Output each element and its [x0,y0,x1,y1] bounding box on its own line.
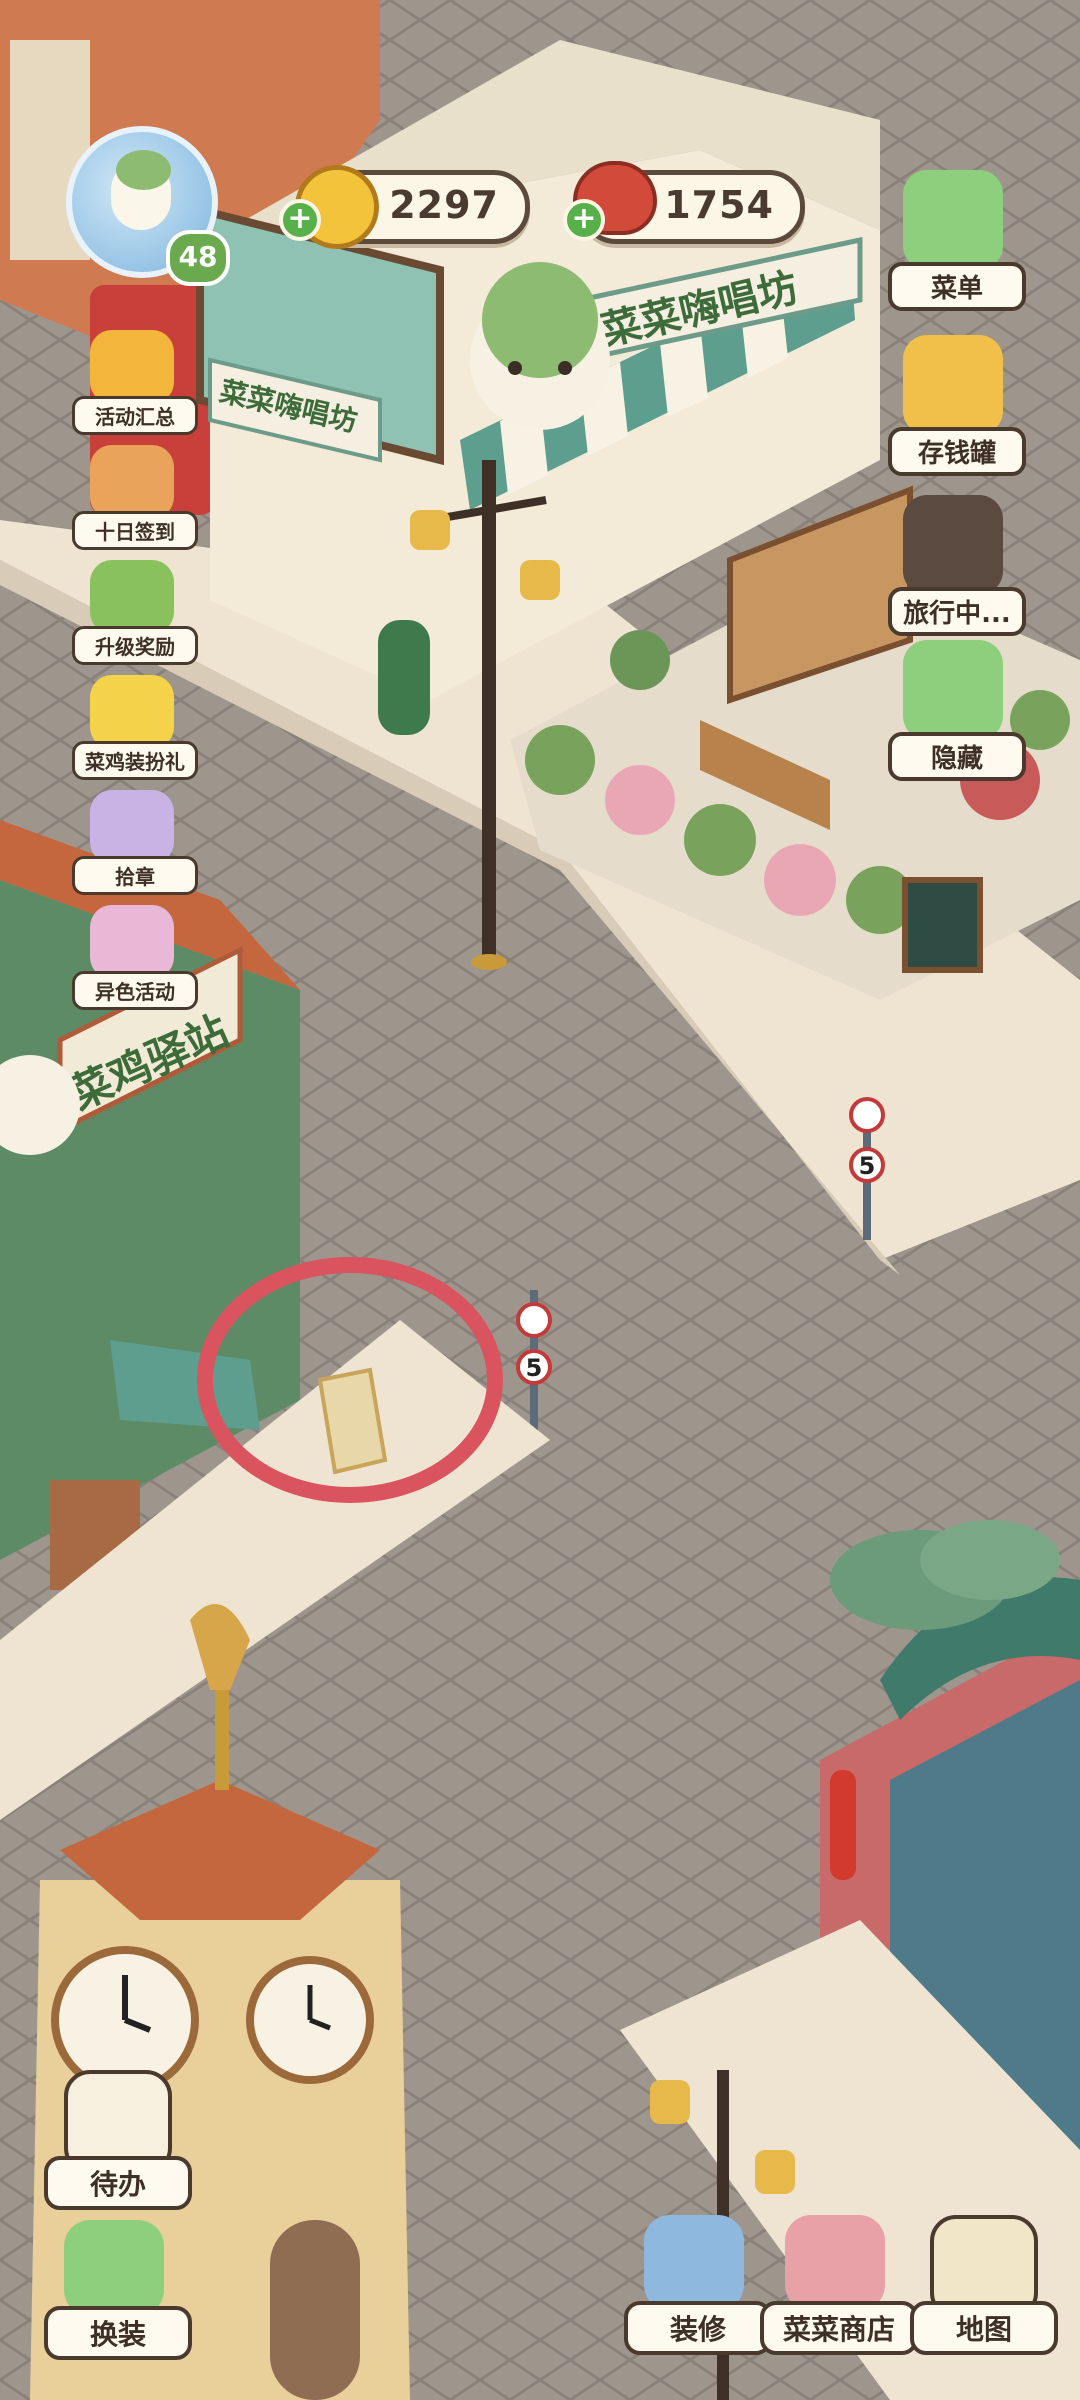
upgrade-rewards-button[interactable]: 升级奖励 [72,560,198,672]
shop-bag-icon [785,2215,885,2311]
coin-amount: 2297 [389,183,499,227]
hide-ui-label: 隐藏 [888,732,1026,781]
menu-button[interactable]: 菜单 [888,170,1026,320]
piggy-bank-icon [903,335,1003,435]
player-avatar[interactable]: 48 [56,120,236,286]
speed-limit-text-2: 5 [526,1354,543,1382]
badge-icon [90,790,174,864]
variant-event-label: 异色活动 [72,971,198,1010]
food-amount: 1754 [664,183,774,227]
events-summary-label: 活动汇总 [72,396,198,435]
badges-label: 拾章 [72,856,198,895]
map-button[interactable]: 地图 [910,2215,1058,2355]
chicken-costume-gift-label: 菜鸡装扮礼 [72,741,198,780]
hide-frame-icon [903,640,1003,740]
hide-ui-button[interactable]: 隐藏 [888,640,1026,790]
change-outfit-button[interactable]: 换装 [44,2220,192,2360]
outfit-icon [64,2220,164,2316]
traveling-button[interactable]: 旅行中... [888,495,1026,645]
level-badge: 48 [166,230,230,286]
crown-icon [90,330,174,404]
ten-day-checkin-label: 十日签到 [72,511,198,550]
map-label: 地图 [910,2301,1058,2355]
chicken-costume-gift-button[interactable]: 菜鸡装扮礼 [72,675,198,787]
gift-bag-icon [90,445,174,519]
food-counter[interactable]: 1754 + [563,161,805,244]
upgrade-rewards-label: 升级奖励 [72,626,198,665]
add-food-button[interactable]: + [563,199,605,241]
decorate-label: 装修 [624,2301,772,2355]
avatar-hair [116,150,171,190]
duck-icon [90,675,174,749]
shop-label: 菜菜商店 [760,2301,918,2355]
menu-label: 菜单 [888,262,1026,311]
menu-list-icon [903,170,1003,270]
decorate-button[interactable]: 装修 [624,2215,772,2355]
ten-day-checkin-button[interactable]: 十日签到 [72,445,198,557]
todo-button[interactable]: 待办 [44,2070,192,2210]
camera-icon [903,495,1003,595]
level-text: 48 [178,240,218,273]
change-outfit-label: 换装 [44,2306,192,2360]
rainbow-icon [90,905,174,979]
shop-button[interactable]: 菜菜商店 [760,2215,918,2355]
speed-limit-text-1: 5 [859,1152,876,1180]
add-coins-button[interactable]: + [279,199,321,241]
badges-button[interactable]: 拾章 [72,790,198,902]
piggy-bank-button[interactable]: 存钱罐 [888,335,1026,485]
traveling-label: 旅行中... [888,587,1026,636]
events-summary-button[interactable]: 活动汇总 [72,330,198,442]
mailbox [378,620,430,735]
piggy-bank-label: 存钱罐 [888,427,1026,476]
coin-counter[interactable]: 2297 + [279,165,530,249]
upgrade-arrow-icon [90,560,174,634]
decorate-character-icon [644,2215,744,2311]
todo-label: 待办 [44,2156,192,2210]
chalkboard [902,877,983,973]
variant-event-button[interactable]: 异色活动 [72,905,198,1017]
